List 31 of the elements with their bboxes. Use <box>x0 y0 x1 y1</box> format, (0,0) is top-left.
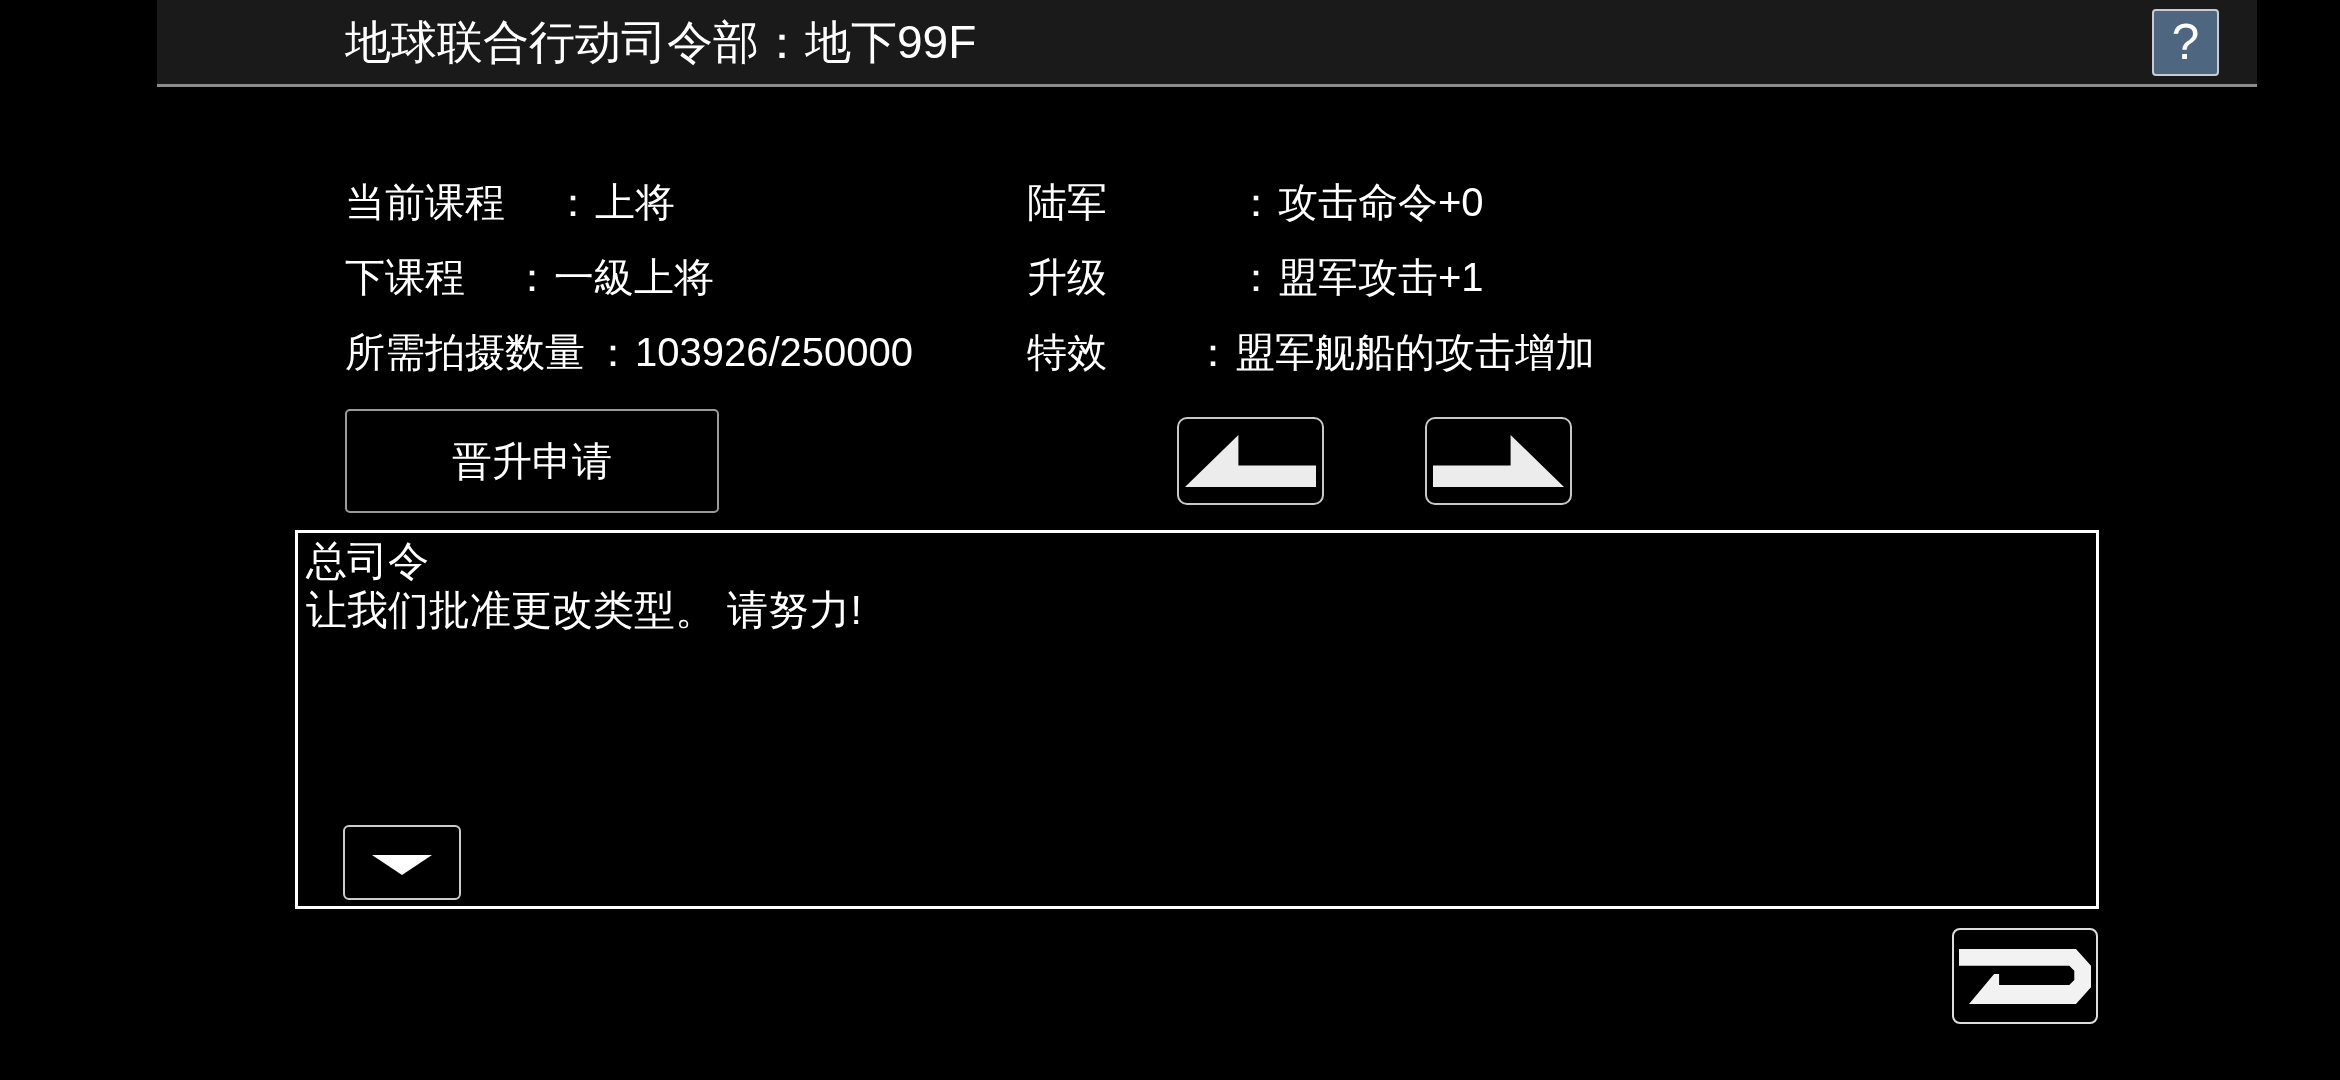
help-button[interactable]: ? <box>2152 8 2219 76</box>
info-value: 攻击命令+0 <box>1278 179 1484 226</box>
return-button[interactable] <box>1952 928 2098 1024</box>
info-label: 升级 <box>1027 254 1107 301</box>
label-separator: ： <box>593 329 633 376</box>
info-label: 陆军 <box>1027 179 1107 226</box>
left-arrow-icon <box>1185 435 1316 487</box>
info-value: 一級上将 <box>554 254 714 301</box>
return-arrow-icon <box>1959 948 2091 1004</box>
page-title: 地球联合行动司令部：地下99F <box>345 15 977 69</box>
info-value: 盟军攻击+1 <box>1278 254 1484 301</box>
label-separator: ： <box>1236 179 1276 226</box>
label-separator: ： <box>1193 329 1233 376</box>
right-arrow-icon <box>1433 435 1564 487</box>
down-triangle-icon <box>372 854 432 875</box>
info-label: 当前课程 <box>345 179 505 226</box>
message-text: 让我们批准更改类型。 请努力! <box>306 586 862 635</box>
label-separator: ： <box>1236 254 1276 301</box>
next-button[interactable] <box>1425 417 1572 505</box>
info-value: 上将 <box>595 179 675 226</box>
info-value: 盟军舰船的攻击增加 <box>1235 329 1595 376</box>
info-label: 所需拍摄数量 <box>345 329 585 376</box>
scroll-down-button[interactable] <box>343 825 461 900</box>
label-separator: ： <box>553 179 593 226</box>
speaker-name: 总司令 <box>306 537 429 586</box>
promote-button[interactable]: 晋升申请 <box>345 409 719 513</box>
label-separator: ： <box>512 254 552 301</box>
info-label: 下课程 <box>345 254 465 301</box>
info-value: 103926/250000 <box>635 330 914 375</box>
info-label: 特效 <box>1027 329 1107 376</box>
previous-button[interactable] <box>1177 417 1324 505</box>
